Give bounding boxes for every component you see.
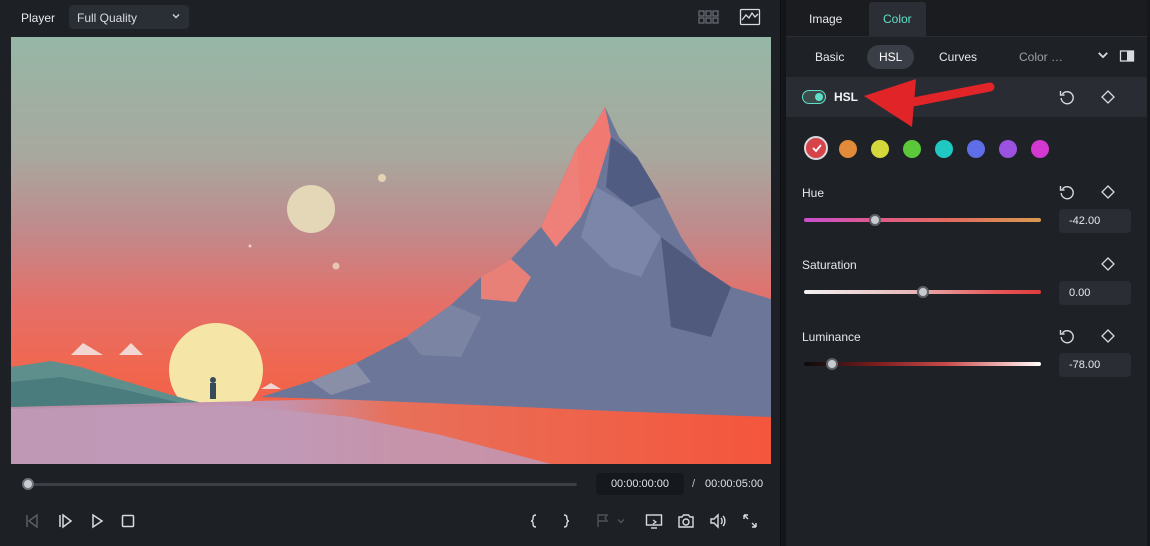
time-separator: /	[692, 478, 696, 490]
playback-timeline: 00:00:00:00 / 00:00:05:00	[0, 466, 781, 502]
marker-dropdown[interactable]	[590, 511, 630, 531]
monitor-icon	[645, 514, 663, 529]
hsl-section-title: HSL	[834, 90, 858, 104]
reset-luminance-button[interactable]	[1058, 327, 1076, 345]
tab-color[interactable]: Color	[869, 2, 926, 37]
saturation-label: Saturation	[802, 258, 857, 272]
mark-in-button[interactable]	[524, 511, 544, 531]
snapshot-button[interactable]	[676, 511, 696, 531]
stop-icon	[121, 514, 135, 528]
player-header: Player Full Quality	[0, 0, 781, 36]
color-swatch-0[interactable]	[804, 136, 828, 160]
keyframe-diamond-icon	[1101, 185, 1115, 199]
current-time[interactable]: 00:00:00:00	[596, 473, 684, 495]
color-subtabs: Basic HSL Curves Color …	[786, 38, 1147, 77]
subtab-curves[interactable]: Curves	[927, 45, 989, 69]
saturation-value-input[interactable]: 0.00	[1059, 281, 1131, 305]
color-swatch-6[interactable]	[999, 140, 1017, 158]
color-swatch-7[interactable]	[1031, 140, 1049, 158]
play-button[interactable]	[87, 511, 107, 531]
playhead-knob[interactable]	[22, 478, 34, 490]
quality-value: Full Quality	[77, 11, 138, 25]
video-preview[interactable]	[11, 37, 771, 464]
reset-icon	[1059, 330, 1074, 344]
quality-dropdown[interactable]: Full Quality	[69, 5, 189, 29]
volume-button[interactable]	[708, 511, 728, 531]
keyframe-hsl-button[interactable]	[1099, 88, 1117, 106]
traveler-head	[210, 377, 216, 383]
stop-button[interactable]	[118, 511, 138, 531]
keyframe-diamond-icon	[1101, 257, 1115, 271]
step-forward-icon	[59, 513, 73, 529]
color-swatch-4[interactable]	[935, 140, 953, 158]
saturation-slider-knob[interactable]	[916, 286, 929, 298]
color-swatch-1[interactable]	[839, 140, 857, 158]
luminance-label: Luminance	[802, 330, 861, 344]
keyframe-luminance-button[interactable]	[1099, 327, 1117, 345]
display-output-button[interactable]	[644, 511, 664, 531]
subtab-hsl[interactable]: HSL	[867, 45, 915, 69]
hsl-toggle[interactable]	[802, 90, 826, 104]
check-icon	[812, 144, 822, 153]
reset-hsl-button[interactable]	[1058, 88, 1076, 106]
chevron-down-icon	[617, 519, 625, 524]
keyframe-saturation-button[interactable]	[1099, 255, 1117, 273]
star	[248, 244, 252, 248]
color-swatch-3[interactable]	[903, 140, 921, 158]
hue-label: Hue	[802, 186, 825, 200]
hue-slider-knob[interactable]	[869, 214, 882, 226]
camera-icon	[678, 514, 694, 528]
moon	[287, 185, 335, 233]
keyframe-hue-button[interactable]	[1099, 183, 1117, 201]
transport-controls	[0, 502, 781, 542]
traveler-figure	[210, 383, 216, 399]
marker-icon	[597, 514, 609, 527]
tab-image[interactable]: Image	[795, 2, 856, 37]
luminance-slider-knob[interactable]	[826, 358, 839, 370]
scope-icon[interactable]	[739, 8, 761, 26]
color-swatch-5[interactable]	[967, 140, 985, 158]
compare-view-icon[interactable]	[1119, 48, 1135, 64]
keyframe-diamond-icon	[1101, 90, 1115, 104]
hue-value-input[interactable]: -42.00	[1059, 209, 1131, 233]
hsl-section-header: HSL	[786, 77, 1147, 117]
progress-track[interactable]	[28, 483, 577, 486]
luminance-slider[interactable]	[804, 362, 1041, 366]
previous-frame-button[interactable]	[22, 511, 42, 531]
mark-out-button[interactable]	[556, 511, 576, 531]
main-tabs: Image Color	[786, 0, 1147, 37]
grid-view-icon[interactable]	[698, 8, 720, 26]
total-duration: 00:00:05:00	[705, 478, 764, 490]
player-panel: Player Full Quality 00:00:00:00 / 00:00:…	[0, 0, 781, 546]
player-label: Player	[21, 11, 56, 25]
chevron-down-icon	[172, 14, 180, 19]
subtab-color-wheels[interactable]: Color …	[1007, 45, 1067, 69]
hue-slider[interactable]	[804, 218, 1041, 222]
fullscreen-button[interactable]	[740, 511, 760, 531]
speaker-icon	[710, 513, 726, 529]
reset-hue-button[interactable]	[1058, 183, 1076, 201]
expand-icon	[743, 514, 757, 528]
mark-out-icon	[563, 514, 570, 528]
subtab-basic[interactable]: Basic	[803, 45, 856, 69]
property-panel: Image Color Basic HSL Curves Color … HSL…	[786, 0, 1150, 546]
reset-icon	[1059, 186, 1074, 200]
next-frame-button[interactable]	[55, 511, 75, 531]
mark-in-icon	[530, 514, 537, 528]
luminance-value-input[interactable]: -78.00	[1059, 353, 1131, 377]
chevron-down-icon[interactable]	[1096, 48, 1110, 62]
reset-icon	[1059, 91, 1074, 105]
step-back-icon	[26, 513, 38, 529]
color-channel-swatches	[786, 133, 1147, 165]
play-icon	[92, 513, 104, 529]
small-moon-2	[332, 262, 340, 270]
color-swatch-2[interactable]	[871, 140, 889, 158]
small-moon	[378, 174, 386, 182]
keyframe-diamond-icon	[1101, 329, 1115, 343]
